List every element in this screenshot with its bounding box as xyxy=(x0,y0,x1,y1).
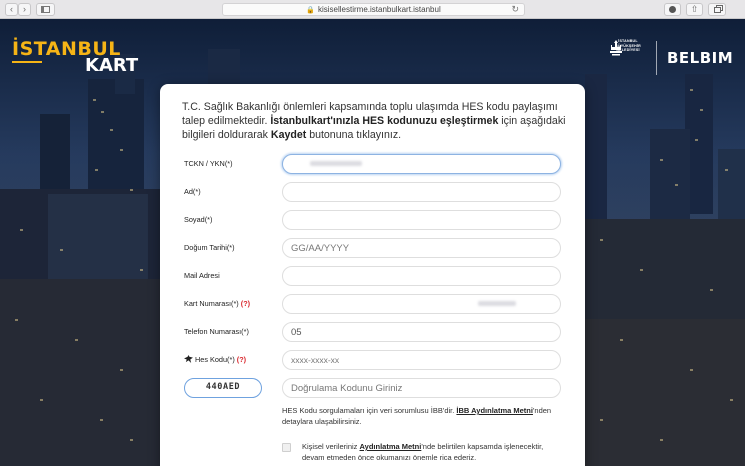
logo-divider xyxy=(656,41,657,75)
consent-privacy-link[interactable]: Aydınlatma Metni xyxy=(360,442,422,451)
intro-bold: İstanbulkart'ınızla HES kodunuzu eşleşti… xyxy=(270,115,499,127)
consent-part-1: Kişisel verileriniz xyxy=(302,442,360,451)
phone-input[interactable] xyxy=(282,322,561,342)
soyad-label: Soyad(*) xyxy=(184,215,213,224)
address-bar[interactable]: 🔒 kisisellestirme.istanbulkart.istanbul ↻ xyxy=(222,3,525,16)
card-number-label: Kart Numarası(*) (?) xyxy=(184,299,250,308)
soyad-input[interactable] xyxy=(282,210,561,230)
browser-toolbar: ‹ › 🔒 kisisellestirme.istanbulkart.istanb… xyxy=(0,0,745,19)
redacted-value xyxy=(310,161,362,166)
back-button[interactable]: ‹ xyxy=(5,3,18,16)
share-icon: ⇧ xyxy=(690,4,699,14)
captcha-input[interactable] xyxy=(282,378,561,398)
share-button[interactable]: ⇧ xyxy=(686,3,703,16)
hes-code-label-text: Hes Kodu(*) xyxy=(195,355,235,364)
hes-code-label: Hes Kodu(*) (?) xyxy=(184,355,246,364)
consent-checkbox[interactable] xyxy=(282,443,291,452)
tabs-button[interactable] xyxy=(708,3,726,16)
sidebar-toggle-button[interactable] xyxy=(36,3,55,16)
lock-icon: 🔒 xyxy=(306,7,315,14)
logo-bottom-text: KART xyxy=(85,55,139,76)
ibb-seal-icon xyxy=(610,40,622,56)
intro-bold-save: Kaydet xyxy=(270,129,307,141)
email-input[interactable] xyxy=(282,266,561,286)
note-part-1: HES Kodu sorgulamaları için veri sorumlu… xyxy=(282,406,457,415)
birthdate-label: Doğum Tarihi(*) xyxy=(184,243,235,252)
ad-input[interactable] xyxy=(282,182,561,202)
hes-bird-icon xyxy=(184,355,193,363)
downloads-button[interactable] xyxy=(664,3,681,16)
ibb-logo: İSTANBUL BÜYÜKŞEHİR BELEDİYESİ xyxy=(609,39,647,56)
consent-row: Kişisel verileriniz Aydınlatma Metni'nde… xyxy=(282,441,567,463)
intro-part-3: butonuna tıklayınız. xyxy=(306,129,402,141)
card-number-help-link[interactable]: (?) xyxy=(241,299,250,308)
tabs-icon xyxy=(713,7,721,13)
redacted-card-number xyxy=(478,301,516,306)
card-number-label-text: Kart Numarası(*) xyxy=(184,299,239,308)
email-label: Mail Adresi xyxy=(184,271,220,280)
phone-label: Telefon Numarası(*) xyxy=(184,327,249,336)
ibb-privacy-link[interactable]: İBB Aydınlatma Metni xyxy=(456,406,533,415)
ad-label: Ad(*) xyxy=(184,187,201,196)
hes-code-help-link[interactable]: (?) xyxy=(237,355,246,364)
captcha-image: 440AED xyxy=(184,378,262,398)
birthdate-input[interactable] xyxy=(282,238,561,258)
intro-text: T.C. Sağlık Bakanlığı önlemleri kapsamın… xyxy=(182,100,567,142)
tckn-label: TCKN / YKN(*) xyxy=(184,159,233,168)
forward-button[interactable]: › xyxy=(18,3,31,16)
url-text: kisisellestirme.istanbulkart.istanbul xyxy=(318,5,441,14)
reload-icon[interactable]: ↻ xyxy=(511,4,519,15)
logo-underline xyxy=(12,61,42,63)
hes-form-card: T.C. Sağlık Bakanlığı önlemleri kapsamın… xyxy=(160,84,585,466)
data-controller-note: HES Kodu sorgulamaları için veri sorumlu… xyxy=(282,405,562,427)
sidebar-icon xyxy=(41,6,50,13)
hes-code-input[interactable] xyxy=(282,350,561,370)
download-icon xyxy=(669,6,676,13)
card-number-input[interactable] xyxy=(282,294,561,314)
belbim-logo: BELBIM xyxy=(667,49,734,67)
